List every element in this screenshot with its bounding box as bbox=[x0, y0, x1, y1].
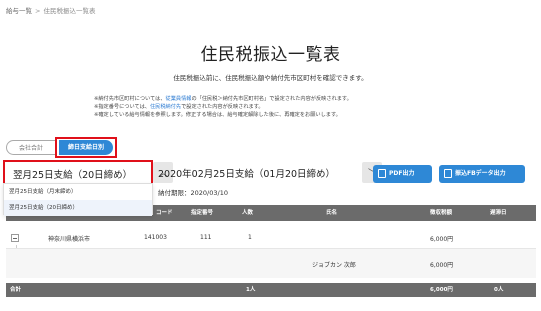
breadcrumb-separator: > bbox=[35, 7, 41, 15]
tab-by-payday[interactable]: 締日支給日別 bbox=[59, 140, 113, 155]
fb-export-button[interactable]: 振込FBデータ出力 bbox=[439, 165, 525, 183]
total-tax-amount: 6,000円 bbox=[430, 287, 453, 293]
col-people: 人数 bbox=[242, 210, 254, 216]
period-select[interactable]: 翌月25日支給（20日締め） bbox=[3, 160, 153, 185]
tax-amount: 6,000円 bbox=[430, 236, 454, 243]
page-title: 住民税振込一覧表 bbox=[200, 45, 341, 65]
tax-destination-link[interactable]: 住民税納付先 bbox=[150, 104, 181, 110]
code: 141003 bbox=[144, 234, 167, 241]
col-tax-amount: 徴収税額 bbox=[430, 210, 453, 216]
payment-date-select-value[interactable]: 2020年02月25日支給（01月20日締め） bbox=[158, 166, 335, 180]
page-subtitle: 住民税振込前に、住民税振込額や納付先市区町村を確認できます。 bbox=[173, 74, 368, 82]
col-code: コード bbox=[156, 210, 173, 216]
document-icon bbox=[444, 169, 452, 178]
table-sub-row: ジョブカン 次郎 6,000円 bbox=[6, 248, 536, 278]
total-people: 1人 bbox=[246, 287, 256, 293]
table-row: 神奈川県横浜市 141003 111 1 6,000円 bbox=[6, 228, 536, 248]
breadcrumb-current: 住民税振込一覧表 bbox=[43, 7, 96, 15]
period-option[interactable]: 翌月25日支給（月末締め） bbox=[4, 184, 152, 200]
people-count: 1 bbox=[248, 234, 252, 241]
table-footer: 合計 1人 6,000円 0人 bbox=[6, 283, 536, 297]
payment-deadline: 納付期限：2020/03/10 bbox=[158, 189, 228, 197]
fb-export-label: 振込FBデータ出力 bbox=[455, 170, 506, 177]
period-dropdown-menu: 翌月25日支給（月末締め） 翌月25日支給（20日締め） bbox=[3, 183, 153, 216]
pdf-export-label: PDF出力 bbox=[389, 170, 415, 177]
note-line-1: ※納付先市区町村については、従業員情報の「住民税＞納付先市区町村名」で設定された… bbox=[94, 96, 352, 102]
period-select-value: 翌月25日支給（20日締め） bbox=[13, 170, 133, 181]
document-icon bbox=[378, 169, 386, 178]
divider bbox=[6, 248, 536, 249]
total-late: 0人 bbox=[494, 287, 504, 293]
employee-name: ジョブカン 次郎 bbox=[312, 262, 356, 269]
note-line-3: ※確定している給与情報を参照します。修正する場合は、給与確定解除した後に、再確定… bbox=[94, 112, 341, 118]
employee-tax-amount: 6,000円 bbox=[430, 262, 454, 269]
pdf-export-button[interactable]: PDF出力 bbox=[373, 165, 432, 183]
minus-icon bbox=[13, 238, 17, 239]
breadcrumb: 給与一覧 > 住民税振込一覧表 bbox=[6, 5, 95, 15]
period-option-selected[interactable]: 翌月25日支給（20日締め） bbox=[4, 200, 152, 216]
col-late-days: 遅滞日 bbox=[490, 210, 507, 216]
designated-number: 111 bbox=[200, 234, 212, 241]
breadcrumb-parent-link[interactable]: 給与一覧 bbox=[6, 7, 32, 15]
total-label: 合計 bbox=[10, 287, 22, 293]
col-name: 氏名 bbox=[326, 210, 338, 216]
tab-company-total[interactable]: 会社合計 bbox=[6, 140, 56, 155]
col-designated-number: 指定番号 bbox=[191, 210, 214, 216]
employee-info-link[interactable]: 従業員情報 bbox=[166, 96, 192, 102]
note-line-2: ※指定番号については、住民税納付先で設定された内容が反映されます。 bbox=[94, 104, 264, 110]
notes: ※納付先市区町村については、従業員情報の「住民税＞納付先市区町村名」で設定された… bbox=[94, 95, 352, 119]
collapse-toggle[interactable] bbox=[11, 234, 19, 242]
municipality: 神奈川県横浜市 bbox=[48, 236, 91, 243]
